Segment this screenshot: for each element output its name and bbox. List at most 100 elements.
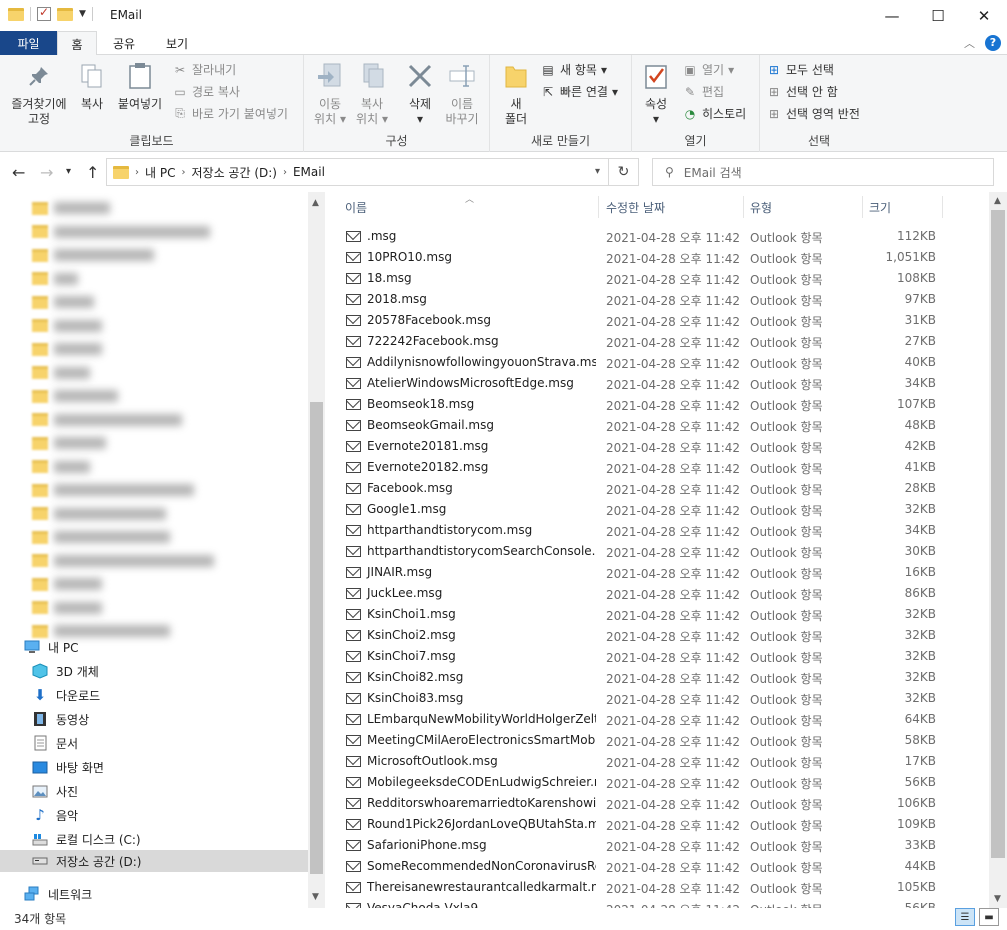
file-row[interactable]: KsinChoi2.msg 2021-04-28 오후 11:42 Outlook … <box>325 625 989 646</box>
column-header-type[interactable]: 유형 <box>750 194 860 220</box>
quick-access-folder[interactable] <box>32 292 94 312</box>
tab-home[interactable]: 홈 <box>57 31 97 56</box>
file-row[interactable]: Beomseok18.msg 2021-04-28 오후 11:42 Outlook… <box>325 394 989 415</box>
file-row[interactable]: Evernote20181.msg 2021-04-28 오후 11:42 Outl… <box>325 436 989 457</box>
nav-pictures[interactable]: 사진 <box>32 780 78 802</box>
quick-access-folder[interactable] <box>32 316 102 336</box>
properties-button[interactable]: 속성 ▾ <box>638 61 674 127</box>
quick-access-folder[interactable] <box>32 198 110 218</box>
quick-access-folder[interactable] <box>32 363 90 383</box>
copy-to-button[interactable]: 복사 위치 ▾ <box>352 61 392 127</box>
file-row[interactable]: KsinChoi7.msg 2021-04-28 오후 11:42 Outlook … <box>325 646 989 667</box>
file-row[interactable]: 18.msg 2021-04-28 오후 11:42 Outlook 항목 108KB <box>325 268 989 289</box>
move-to-button[interactable]: 이동 위치 ▾ <box>310 61 350 127</box>
file-row[interactable]: KsinChoi83.msg 2021-04-28 오후 11:42 Outlook… <box>325 688 989 709</box>
paste-shortcut-button[interactable]: ⎘ 바로 가기 붙여넣기 <box>172 105 288 122</box>
file-row[interactable]: Round1Pick26JordanLoveQBUtahSta.msg 2021-… <box>325 814 989 835</box>
properties-quick-icon[interactable] <box>37 5 51 21</box>
breadcrumb-drive-d[interactable]: 저장소 공간 (D:) <box>191 164 276 181</box>
scrollbar-thumb[interactable] <box>310 402 323 874</box>
tab-file[interactable]: 파일 <box>0 31 57 55</box>
quick-access-folder[interactable] <box>32 222 210 242</box>
copy-path-button[interactable]: ▭ 경로 복사 <box>172 83 240 100</box>
help-icon[interactable]: ? <box>985 35 1001 51</box>
column-divider[interactable] <box>942 196 943 218</box>
column-header-date[interactable]: 수정한 날짜 <box>606 194 746 220</box>
chevron-right-icon[interactable]: › <box>135 167 139 178</box>
select-none-button[interactable]: ⊞ 선택 안 함 <box>766 83 838 100</box>
nav-3d-objects[interactable]: 3D 개체 <box>32 660 99 682</box>
file-row[interactable]: KsinChoi1.msg 2021-04-28 오후 11:42 Outlook … <box>325 604 989 625</box>
quick-access-folder[interactable] <box>32 245 154 265</box>
column-divider[interactable] <box>598 196 599 218</box>
breadcrumb-this-pc[interactable]: 내 PC <box>145 164 175 181</box>
paste-button[interactable]: 붙여넣기 <box>112 61 168 112</box>
rename-button[interactable]: 이름 바꾸기 <box>442 61 482 127</box>
up-arrow-icon[interactable]: ↑ <box>86 163 99 182</box>
file-row[interactable]: Thereisanewrestaurantcalledkarmalt.msg 20… <box>325 877 989 898</box>
search-input[interactable]: ⚲ EMail 검색 <box>652 158 994 186</box>
file-row[interactable]: SafarioniPhone.msg 2021-04-28 오후 11:42 Out… <box>325 835 989 856</box>
file-row[interactable]: RedditorswhoaremarriedtoKarenshowis.... 2… <box>325 793 989 814</box>
file-row[interactable]: .msg 2021-04-28 오후 11:42 Outlook 항목 112KB <box>325 226 989 247</box>
open-button[interactable]: ▣ 열기 ▾ <box>682 61 734 78</box>
file-row[interactable]: JuckLee.msg 2021-04-28 오후 11:42 Outlook 항목… <box>325 583 989 604</box>
nav-local-disk-c[interactable]: 로컬 디스크 (C:) <box>32 828 141 850</box>
file-row[interactable]: Facebook.msg 2021-04-28 오후 11:42 Outlook 항… <box>325 478 989 499</box>
quick-access-folder[interactable] <box>32 527 170 547</box>
invert-selection-button[interactable]: ⊞ 선택 영역 반전 <box>766 105 860 122</box>
file-row[interactable]: 2018.msg 2021-04-28 오후 11:42 Outlook 항목 97K… <box>325 289 989 310</box>
quick-access-folder[interactable] <box>32 386 118 406</box>
nav-storage-d[interactable]: 저장소 공간 (D:) <box>0 850 308 872</box>
back-arrow-icon[interactable]: ← <box>12 163 25 182</box>
scroll-up-arrow-icon[interactable]: ▲ <box>312 198 319 208</box>
column-header-size[interactable]: 크기 <box>869 194 939 220</box>
delete-button[interactable]: 삭제 ▾ <box>400 61 440 127</box>
maximize-button[interactable]: ☐ <box>915 0 961 31</box>
cut-button[interactable]: ✂ 잘라내기 <box>172 61 236 78</box>
file-row[interactable]: MeetingCMilAeroElectronicsSmartMobili...… <box>325 730 989 751</box>
file-row[interactable]: LEmbarquNewMobilityWorldHolgerZelt... 202… <box>325 709 989 730</box>
address-bar[interactable]: › 내 PC › 저장소 공간 (D:) › EMail ▾ ↻ <box>106 158 639 186</box>
select-all-button[interactable]: ⊞ 모두 선택 <box>766 61 834 78</box>
column-header-name[interactable]: 이름 <box>345 194 595 220</box>
properties-dropdown-icon[interactable]: ▾ <box>638 112 674 127</box>
new-folder-button[interactable]: 새 폴더 <box>498 61 534 127</box>
file-row[interactable]: Google1.msg 2021-04-28 오후 11:42 Outlook 항목… <box>325 499 989 520</box>
quick-access-dropdown-icon[interactable]: ▼ <box>79 9 86 19</box>
file-row[interactable]: 722242Facebook.msg 2021-04-28 오후 11:42 Out… <box>325 331 989 352</box>
nav-documents[interactable]: 문서 <box>32 732 78 754</box>
new-folder-quick-icon[interactable] <box>57 7 73 21</box>
recent-locations-chevron-icon[interactable]: ▾ <box>66 166 71 177</box>
file-row[interactable]: VesyaChoda Vxla9... 2021-04-28 오후 11:42 Ou… <box>325 898 989 908</box>
quick-access-folder[interactable] <box>32 433 106 453</box>
scroll-up-arrow-icon[interactable]: ▲ <box>994 196 1001 206</box>
nav-this-pc[interactable]: 내 PC <box>24 636 78 658</box>
file-row[interactable]: MobilegeeksdeCODEnLudwigSchreier.m... 202… <box>325 772 989 793</box>
file-row[interactable]: httparthandtistorycom.msg 2021-04-28 오후 1… <box>325 520 989 541</box>
edit-button[interactable]: ✎ 편집 <box>682 83 724 100</box>
file-row[interactable]: 10PRO10.msg 2021-04-28 오후 11:42 Outlook 항목… <box>325 247 989 268</box>
file-row[interactable]: BeomseokGmail.msg 2021-04-28 오후 11:42 Outl… <box>325 415 989 436</box>
details-view-icon[interactable]: ☰ <box>955 908 975 926</box>
tab-view[interactable]: 보기 <box>155 31 199 55</box>
nav-downloads[interactable]: ⬇ 다운로드 <box>32 684 100 706</box>
quick-access-folder[interactable] <box>32 574 102 594</box>
scrollbar-thumb[interactable] <box>991 210 1005 858</box>
quick-access-folder[interactable] <box>32 504 166 524</box>
nav-music[interactable]: ♪ 음악 <box>32 804 78 826</box>
quick-access-folder[interactable] <box>32 410 182 430</box>
quick-access-folder[interactable] <box>32 480 194 500</box>
breadcrumb-email[interactable]: EMail <box>293 165 325 179</box>
collapse-ribbon-icon[interactable]: ︿ <box>964 35 975 51</box>
forward-arrow-icon[interactable]: → <box>40 163 53 182</box>
refresh-icon[interactable]: ↻ <box>608 159 638 185</box>
file-row[interactable]: Evernote20182.msg 2021-04-28 오후 11:42 Outl… <box>325 457 989 478</box>
quick-access-folder[interactable] <box>32 269 78 289</box>
easy-access-button[interactable]: ⇱ 빠른 연결 ▾ <box>540 83 618 100</box>
quick-access-folder[interactable] <box>32 339 102 359</box>
nav-videos[interactable]: 동영상 <box>32 708 89 730</box>
quick-access-folder[interactable] <box>32 598 102 618</box>
tab-share[interactable]: 공유 <box>102 31 146 55</box>
minimize-button[interactable]: — <box>869 0 915 31</box>
